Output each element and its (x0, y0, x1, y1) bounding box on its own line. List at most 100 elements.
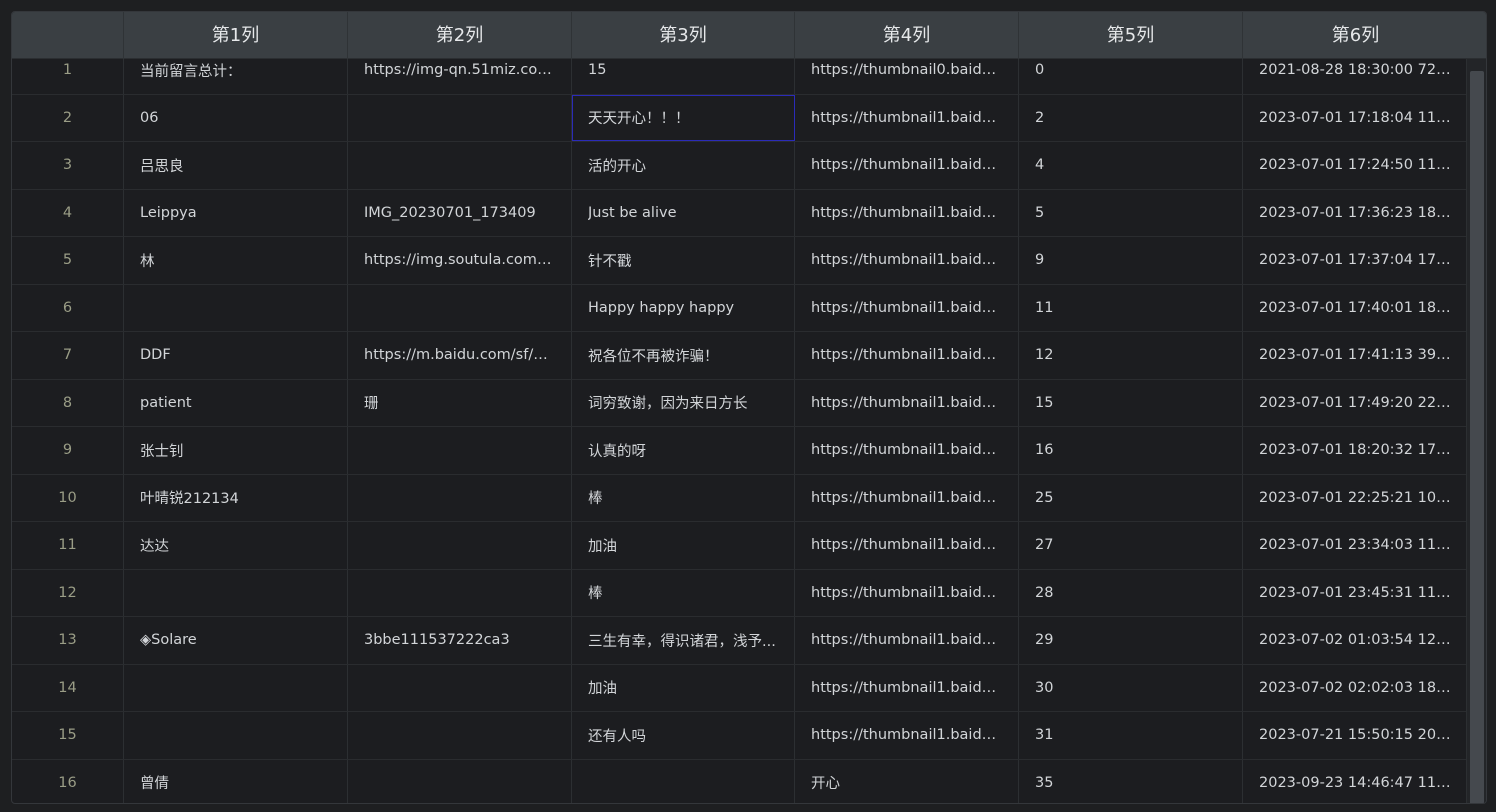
table-cell[interactable]: 2023-07-01 17:36:23 180.14... (1243, 190, 1468, 237)
table-cell[interactable]: https://img-qn.51miz.com/... (348, 59, 572, 94)
column-header-5[interactable]: 第5列 (1019, 12, 1243, 59)
table-row[interactable]: 4 Leippya IMG_20230701_173409 Just be alive… (12, 189, 1468, 237)
table-cell[interactable]: https://thumbnail1.baidupc... (795, 664, 1019, 711)
table-cell[interactable]: 开心 (795, 759, 1019, 803)
table-cell[interactable]: 2023-07-02 01:03:54 125.73... (1243, 617, 1468, 664)
table-cell[interactable]: DDF (124, 332, 348, 379)
table-cell[interactable] (348, 474, 572, 521)
column-header-3[interactable]: 第3列 (572, 12, 795, 59)
table-cell[interactable]: 0 (1019, 59, 1243, 94)
table-cell[interactable]: 还有人吗 (572, 712, 795, 759)
table-cell[interactable]: 29 (1019, 617, 1243, 664)
table-cell[interactable]: 30 (1019, 664, 1243, 711)
table-cell[interactable]: 2023-07-01 22:25:21 106.12... (1243, 475, 1468, 522)
vertical-scrollbar[interactable] (1466, 59, 1486, 803)
table-row[interactable]: 11 达达 加油 https://thumbnail1.baidupc... 27 202… (12, 522, 1468, 570)
table-cell[interactable]: 当前留言总计： (124, 59, 348, 94)
table-cell[interactable] (572, 759, 795, 803)
table-cell[interactable]: 2023-07-02 02:02:03 180.14... (1243, 665, 1468, 712)
table-cell[interactable]: 2023-07-01 23:34:03 113.15... (1243, 522, 1468, 569)
table-cell[interactable]: 2023-07-01 17:24:50 117.18... (1243, 142, 1468, 189)
table-cell[interactable]: 棒 (572, 569, 795, 616)
table-cell[interactable]: 15 (1019, 379, 1243, 426)
table-cell[interactable]: 16 (1019, 427, 1243, 474)
table-cell[interactable]: https://thumbnail1.baidupc... (795, 474, 1019, 521)
table-row[interactable]: 3 吕思良 活的开心 https://thumbnail1.baidupc... 4 20… (12, 142, 1468, 190)
column-header-4[interactable]: 第4列 (795, 12, 1019, 59)
column-header-1[interactable]: 第1列 (124, 12, 348, 59)
column-header-index[interactable] (12, 12, 124, 59)
table-cell[interactable]: https://thumbnail1.baidupc... (795, 94, 1019, 141)
table-cell[interactable]: 06 (124, 94, 348, 141)
table-cell[interactable]: 认真的呀 (572, 427, 795, 474)
table-cell[interactable] (124, 284, 348, 331)
table-cell[interactable]: 27 (1019, 522, 1243, 569)
table-cell[interactable]: ◈Solare (124, 617, 348, 664)
table-cell[interactable] (124, 664, 348, 711)
table-row[interactable]: 2 06 天天开心！！！ https://thumbnail1.baidupc... 2… (12, 94, 1468, 142)
table-cell[interactable]: 活的开心 (572, 142, 795, 189)
table-row[interactable]: 9 张士钊 认真的呀 https://thumbnail1.baidupc... 16 2… (12, 427, 1468, 475)
table-cell[interactable] (348, 759, 572, 803)
table-cell[interactable]: https://thumbnail1.baidupc... (795, 284, 1019, 331)
table-cell[interactable]: Happy happy happy (572, 284, 795, 331)
table-cell[interactable] (124, 569, 348, 616)
table-cell[interactable]: 棒 (572, 474, 795, 521)
table-cell[interactable]: 加油 (572, 522, 795, 569)
table-cell[interactable]: 2023-07-01 17:18:04 117.18... (1243, 95, 1468, 142)
table-cell[interactable]: 词穷致谢，因为来日方长 (572, 379, 795, 426)
scrollbar-thumb[interactable] (1470, 71, 1484, 803)
table-row[interactable]: 7 DDF https://m.baidu.com/sf/vse... 祝各位不再被诈… (12, 332, 1468, 380)
column-header-6[interactable]: 第6列 (1243, 12, 1468, 59)
selected-table-cell[interactable]: 天天开心！！！ (572, 94, 795, 141)
table-cell[interactable]: 2023-07-01 17:41:13 39.144... (1243, 332, 1468, 379)
table-cell[interactable]: 叶晴锐212134 (124, 474, 348, 521)
table-cell[interactable] (348, 94, 572, 141)
table-cell[interactable]: 针不戳 (572, 237, 795, 284)
table-cell[interactable]: 2023-07-01 18:20:32 171.11... (1243, 427, 1468, 474)
table-cell[interactable]: 3bbe111537222ca3 (348, 617, 572, 664)
table-cell[interactable]: Just be alive (572, 189, 795, 236)
table-row[interactable]: 6 Happy happy happy https://thumbnail1.bai… (12, 284, 1468, 332)
table-cell[interactable]: https://thumbnail1.baidupc... (795, 142, 1019, 189)
table-cell[interactable]: https://thumbnail1.baidupc... (795, 522, 1019, 569)
table-cell[interactable]: 28 (1019, 569, 1243, 616)
table-cell[interactable]: 林 (124, 237, 348, 284)
table-cell[interactable] (348, 569, 572, 616)
table-cell[interactable] (348, 427, 572, 474)
table-row[interactable]: 15 还有人吗 https://thumbnail1.baidupc... 31 202… (12, 712, 1468, 760)
table-row[interactable]: 12 棒 https://thumbnail1.baidupc... 28 2023-0… (12, 569, 1468, 617)
table-cell[interactable]: https://thumbnail1.baidupc... (795, 379, 1019, 426)
table-cell[interactable]: 祝各位不再被诈骗！ (572, 332, 795, 379)
table-row[interactable]: 14 加油 https://thumbnail1.baidupc... 30 2023-… (12, 664, 1468, 712)
table-cell[interactable]: 2 (1019, 94, 1243, 141)
table-cell[interactable]: 达达 (124, 522, 348, 569)
table-cell[interactable]: https://m.baidu.com/sf/vse... (348, 332, 572, 379)
table-cell[interactable] (348, 664, 572, 711)
table-cell[interactable]: https://thumbnail1.baidupc... (795, 427, 1019, 474)
table-cell[interactable]: 曾倩 (124, 759, 348, 803)
table-cell[interactable]: 张士钊 (124, 427, 348, 474)
table-cell[interactable]: 11 (1019, 284, 1243, 331)
table-cell[interactable] (348, 284, 572, 331)
table-row[interactable]: 13 ◈Solare 3bbe111537222ca3 三生有幸，得识诸君，浅予...… (12, 617, 1468, 665)
table-cell[interactable]: 2023-07-01 17:49:20 223.10... (1243, 380, 1468, 427)
table-cell[interactable]: 2023-07-21 15:50:15 202.10... (1243, 712, 1468, 759)
table-cell[interactable] (348, 522, 572, 569)
table-cell[interactable]: 15 (572, 59, 795, 94)
table-cell[interactable]: https://thumbnail0.baidupc... (795, 59, 1019, 94)
table-cell[interactable]: 珊 (348, 379, 572, 426)
table-cell[interactable]: 2023-09-23 14:46:47 111.58... (1243, 760, 1468, 804)
table-cell[interactable]: https://thumbnail1.baidupc... (795, 332, 1019, 379)
table-cell[interactable] (348, 142, 572, 189)
table-cell[interactable]: 2023-07-01 17:37:04 171.38... (1243, 237, 1468, 284)
table-row[interactable]: 1 当前留言总计： https://img-qn.51miz.com/... 15 ht… (12, 59, 1468, 95)
table-row[interactable]: 8 patient 珊 词穷致谢，因为来日方长 https://thumbnail1.b… (12, 379, 1468, 427)
table-cell[interactable]: IMG_20230701_173409 (348, 189, 572, 236)
table-row[interactable]: 10 叶晴锐212134 棒 https://thumbnail1.baidupc..… (12, 474, 1468, 522)
table-cell[interactable]: 5 (1019, 189, 1243, 236)
table-cell[interactable]: 加油 (572, 664, 795, 711)
table-cell[interactable]: patient (124, 379, 348, 426)
table-cell[interactable]: 2023-07-01 17:40:01 180.14... (1243, 285, 1468, 332)
table-cell[interactable]: https://thumbnail1.baidupc... (795, 237, 1019, 284)
